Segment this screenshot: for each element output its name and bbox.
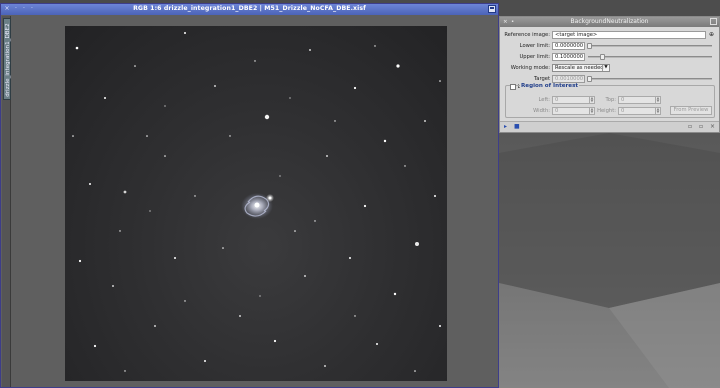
roi-top-label: Top:: [605, 97, 617, 103]
image-window[interactable]: × · · · RGB 1:6 drizzle_integration1_DBE…: [0, 3, 499, 388]
apply-icon[interactable]: ■: [514, 124, 520, 130]
background-neutralization-panel[interactable]: × • BackgroundNeutralization Reference i…: [499, 16, 720, 133]
lower-limit-field[interactable]: 0.0000000: [552, 42, 585, 50]
lower-limit-slider[interactable]: [588, 45, 712, 47]
target-background-slider-knob[interactable]: [587, 76, 592, 82]
roi-height-value: 0: [621, 108, 625, 114]
view-selector-strip: drizzle_integration1_DBE2: [2, 16, 11, 387]
roi-width-field[interactable]: 0 ▲ ▼: [552, 107, 595, 115]
new-instance-icon[interactable]: ▸: [504, 124, 507, 130]
workspace-top-strip: [499, 0, 720, 16]
view-identifier-label: drizzle_integration1_DBE2: [5, 23, 11, 97]
roi-checkbox[interactable]: [510, 84, 516, 90]
upper-limit-label: Upper limit:: [519, 54, 550, 60]
browse-documentation-icon[interactable]: ▫: [688, 124, 692, 130]
image-canvas[interactable]: [65, 26, 447, 381]
roi-left-label: Left:: [538, 97, 550, 103]
spin-arrows-icon[interactable]: ▲ ▼: [655, 96, 660, 103]
roi-height-field[interactable]: 0 ▲ ▼: [618, 107, 661, 115]
from-preview-button[interactable]: From Preview: [670, 106, 712, 115]
workspace-background: [499, 133, 720, 388]
upper-limit-field[interactable]: 0.1000000: [552, 53, 585, 61]
working-mode-select[interactable]: Rescale as needed ▼: [552, 64, 610, 72]
roi-top-value: 0: [621, 97, 625, 103]
roi-left-value: 0: [555, 97, 559, 103]
roi-height-label: Height:: [597, 108, 616, 114]
select-view-icon[interactable]: ⊕: [709, 31, 714, 38]
spin-arrows-icon[interactable]: ▲ ▼: [655, 107, 660, 114]
reference-image-field[interactable]: <target image>: [552, 31, 706, 39]
working-mode-label: Working mode:: [510, 65, 550, 71]
galaxy-m51: [241, 193, 274, 219]
image-window-titlebar[interactable]: × · · · RGB 1:6 drizzle_integration1_DBE…: [1, 4, 498, 15]
target-background-slider[interactable]: [588, 78, 712, 80]
upper-limit-slider[interactable]: [588, 56, 712, 58]
roi-top-field[interactable]: 0 ▲ ▼: [618, 96, 661, 104]
maximize-icon[interactable]: [488, 5, 496, 13]
expand-icon[interactable]: [710, 18, 717, 25]
panel-bottom-toolbar: ▸ ■ ▫ ▫ ×: [500, 121, 719, 132]
roi-width-value: 0: [555, 108, 559, 114]
working-mode-value: Rescale as needed: [555, 65, 604, 71]
reset-icon[interactable]: ×: [710, 124, 715, 130]
workspace-pattern: [499, 133, 720, 388]
reference-image-label: Reference image:: [504, 32, 550, 38]
track-view-icon[interactable]: ▫: [699, 124, 703, 130]
view-identifier-tab[interactable]: drizzle_integration1_DBE2: [3, 18, 11, 100]
lower-limit-label: Lower limit:: [519, 43, 550, 49]
star-field: [72, 32, 441, 372]
target-background-field[interactable]: 0.0010000: [552, 75, 585, 83]
image-window-title: RGB 1:6 drizzle_integration1_DBE2 | M51_…: [133, 5, 366, 12]
upper-limit-slider-knob[interactable]: [600, 54, 605, 60]
panel-titlebar[interactable]: × • BackgroundNeutralization: [500, 17, 719, 27]
chevron-down-icon: ▼: [602, 65, 609, 71]
roi-width-label: Width:: [533, 108, 550, 114]
lower-limit-slider-knob[interactable]: [587, 43, 592, 49]
roi-title: Region of Interest: [520, 83, 580, 89]
roi-left-field[interactable]: 0 ▲ ▼: [552, 96, 595, 104]
panel-title: BackgroundNeutralization: [570, 18, 649, 25]
